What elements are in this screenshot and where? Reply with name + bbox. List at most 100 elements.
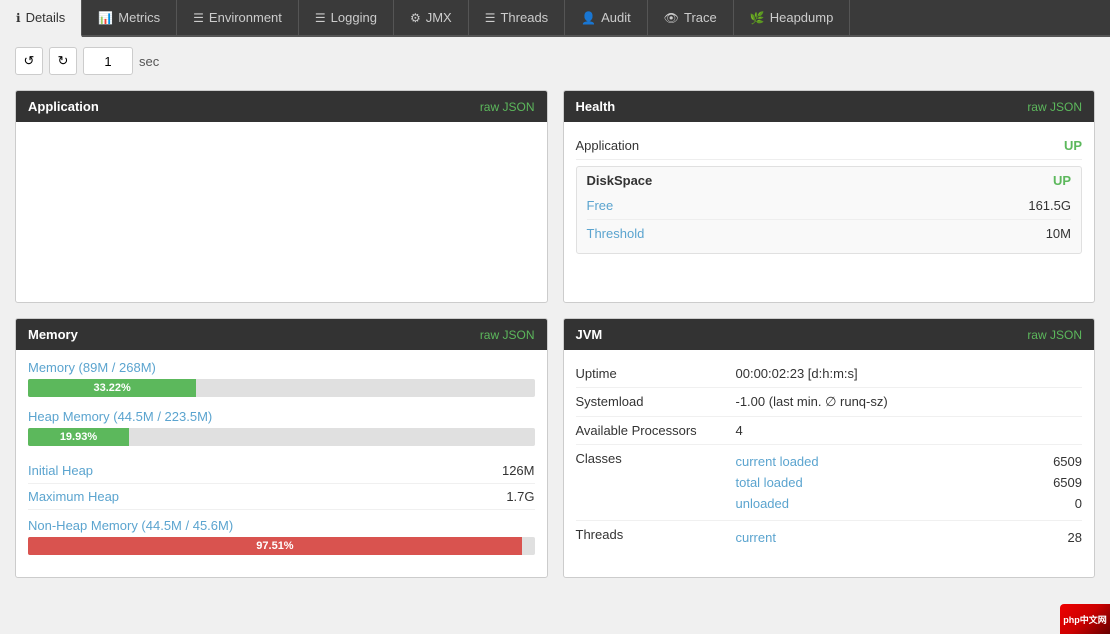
- jmx-icon: ⚙: [410, 11, 421, 25]
- tab-jmx-label: JMX: [426, 10, 452, 25]
- jvm-processors-row: Available Processors 4: [576, 417, 1083, 445]
- heap-memory-label: Heap Memory (44.5M / 223.5M): [28, 409, 535, 424]
- health-free-value: 161.5G: [1028, 198, 1071, 213]
- jvm-current-loaded-value: 6509: [1022, 454, 1082, 469]
- tab-threads-label: Threads: [500, 10, 548, 25]
- heap-memory-pct: 19.93%: [60, 431, 97, 443]
- metrics-icon: 📊: [98, 11, 113, 25]
- jvm-processors-value: 4: [736, 423, 1083, 438]
- health-panel-title: Health: [576, 99, 616, 114]
- tab-jmx[interactable]: ⚙ JMX: [394, 0, 469, 35]
- threads-icon: ☰: [485, 11, 496, 25]
- health-raw-json[interactable]: raw JSON: [1027, 100, 1082, 114]
- bottom-panels-row: Memory raw JSON Memory (89M / 268M) 33.2…: [15, 318, 1095, 578]
- jvm-uptime-value: 00:00:02:23 [d:h:m:s]: [736, 366, 1083, 381]
- controls-bar: ↺ ↻ sec: [0, 37, 1110, 85]
- tab-heapdump-label: Heapdump: [770, 10, 834, 25]
- health-diskspace-header: DiskSpace UP: [587, 173, 1072, 188]
- non-heap-pct: 97.51%: [256, 540, 293, 552]
- memory-total-pct: 33.22%: [93, 382, 130, 394]
- initial-heap-label: Initial Heap: [28, 463, 93, 478]
- heap-memory-bar-bg: 19.93%: [28, 428, 535, 446]
- memory-total-item: Memory (89M / 268M) 33.22%: [28, 360, 535, 397]
- top-panels-row: Application raw JSON Health raw JSON App…: [15, 90, 1095, 303]
- watermark-text: php中文网: [1063, 613, 1107, 626]
- jvm-systemload-label: Systemload: [576, 394, 736, 409]
- jvm-unloaded-value: 0: [1022, 496, 1082, 511]
- application-panel: Application raw JSON: [15, 90, 548, 303]
- main-content: Application raw JSON Health raw JSON App…: [0, 85, 1110, 608]
- jvm-total-loaded-value: 6509: [1022, 475, 1082, 490]
- jvm-unloaded-row: unloaded 0: [736, 493, 1083, 514]
- maximum-heap-row: Maximum Heap 1.7G: [28, 484, 535, 510]
- jvm-unloaded-label: unloaded: [736, 496, 790, 511]
- jvm-current-loaded-label: current loaded: [736, 454, 819, 469]
- heap-memory-item: Heap Memory (44.5M / 223.5M) 19.93%: [28, 409, 535, 446]
- tab-metrics[interactable]: 📊 Metrics: [82, 0, 177, 35]
- environment-icon: ☰: [193, 11, 204, 25]
- memory-panel-title: Memory: [28, 327, 78, 342]
- health-free-label: Free: [587, 198, 614, 213]
- initial-heap-value: 126M: [502, 463, 535, 478]
- refresh-button[interactable]: ↺: [15, 47, 43, 75]
- tab-bar: ℹ Details 📊 Metrics ☰ Environment ☰ Logg…: [0, 0, 1110, 37]
- jvm-current-threads-value: 28: [1022, 530, 1082, 545]
- jvm-current-loaded-row: current loaded 6509: [736, 451, 1083, 472]
- application-raw-json[interactable]: raw JSON: [480, 100, 535, 114]
- jvm-total-loaded-label: total loaded: [736, 475, 803, 490]
- memory-raw-json[interactable]: raw JSON: [480, 328, 535, 342]
- maximum-heap-value: 1.7G: [506, 489, 534, 504]
- auto-refresh-button[interactable]: ↻: [49, 47, 77, 75]
- php-watermark: php中文网: [1060, 604, 1110, 634]
- tab-environment[interactable]: ☰ Environment: [177, 0, 299, 35]
- tab-trace[interactable]: 👁 Trace: [648, 0, 734, 35]
- jvm-panel-body: Uptime 00:00:02:23 [d:h:m:s] Systemload …: [564, 350, 1095, 564]
- tab-heapdump[interactable]: 🌿 Heapdump: [734, 0, 851, 35]
- health-free-row: Free 161.5G: [587, 192, 1072, 220]
- jvm-classes-block: current loaded 6509 total loaded 6509 un…: [736, 451, 1083, 514]
- jvm-threads-label: Threads: [576, 527, 736, 542]
- interval-unit-label: sec: [139, 54, 159, 69]
- health-threshold-value: 10M: [1046, 226, 1071, 241]
- non-heap-bar-fill: 97.51%: [28, 537, 522, 555]
- heap-memory-bar-fill: 19.93%: [28, 428, 129, 446]
- jvm-classes-label: Classes: [576, 451, 736, 466]
- tab-environment-label: Environment: [209, 10, 282, 25]
- tab-logging[interactable]: ☰ Logging: [299, 0, 394, 35]
- health-application-label: Application: [576, 138, 640, 153]
- memory-panel-body: Memory (89M / 268M) 33.22% Heap Memory (…: [16, 350, 547, 577]
- tab-audit-label: Audit: [601, 10, 631, 25]
- tab-threads[interactable]: ☰ Threads: [469, 0, 565, 35]
- jvm-uptime-label: Uptime: [576, 366, 736, 381]
- jvm-panel-header: JVM raw JSON: [564, 319, 1095, 350]
- health-panel-body: Application UP DiskSpace UP Free 161.5G …: [564, 122, 1095, 270]
- heapdump-icon: 🌿: [750, 11, 765, 25]
- tab-metrics-label: Metrics: [118, 10, 160, 25]
- jvm-raw-json[interactable]: raw JSON: [1027, 328, 1082, 342]
- jvm-threads-block: current 28: [736, 527, 1083, 548]
- jvm-current-threads-label: current: [736, 530, 776, 545]
- tab-audit[interactable]: 👤 Audit: [565, 0, 648, 35]
- memory-panel-header: Memory raw JSON: [16, 319, 547, 350]
- memory-total-label: Memory (89M / 268M): [28, 360, 535, 375]
- health-panel: Health raw JSON Application UP DiskSpace…: [563, 90, 1096, 303]
- jvm-systemload-row: Systemload -1.00 (last min. ∅ runq-sz): [576, 388, 1083, 417]
- tab-logging-label: Logging: [331, 10, 377, 25]
- non-heap-bar-bg: 97.51%: [28, 537, 535, 555]
- health-application-status: UP: [1064, 138, 1082, 153]
- audit-icon: 👤: [581, 11, 596, 25]
- trace-icon: 👁: [664, 11, 679, 25]
- tab-details[interactable]: ℹ Details: [0, 0, 82, 37]
- health-application-row: Application UP: [576, 132, 1083, 160]
- health-diskspace-label: DiskSpace: [587, 173, 653, 188]
- non-heap-item: Non-Heap Memory (44.5M / 45.6M) 97.51%: [28, 518, 535, 555]
- jvm-processors-label: Available Processors: [576, 423, 736, 438]
- jvm-uptime-row: Uptime 00:00:02:23 [d:h:m:s]: [576, 360, 1083, 388]
- tab-trace-label: Trace: [684, 10, 717, 25]
- jvm-panel: JVM raw JSON Uptime 00:00:02:23 [d:h:m:s…: [563, 318, 1096, 578]
- health-diskspace-section: DiskSpace UP Free 161.5G Threshold 10M: [576, 166, 1083, 254]
- health-diskspace-status: UP: [1053, 173, 1071, 188]
- interval-input[interactable]: [83, 47, 133, 75]
- jvm-classes-row: Classes current loaded 6509 total loaded…: [576, 445, 1083, 521]
- details-icon: ℹ: [16, 11, 21, 25]
